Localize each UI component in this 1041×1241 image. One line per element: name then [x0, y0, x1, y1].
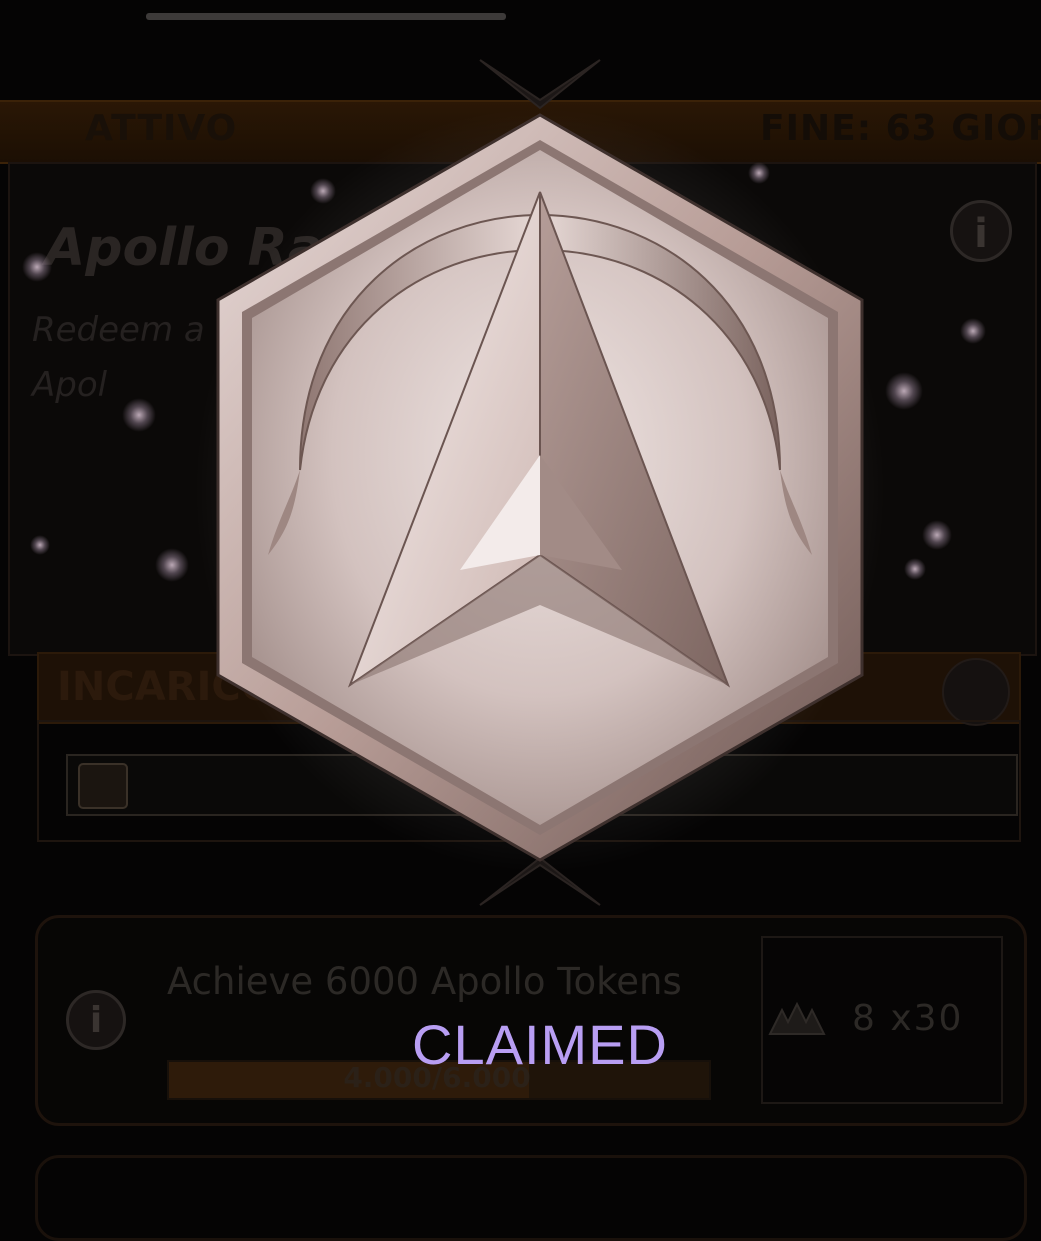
claimed-label: CLAIMED	[412, 1013, 668, 1076]
